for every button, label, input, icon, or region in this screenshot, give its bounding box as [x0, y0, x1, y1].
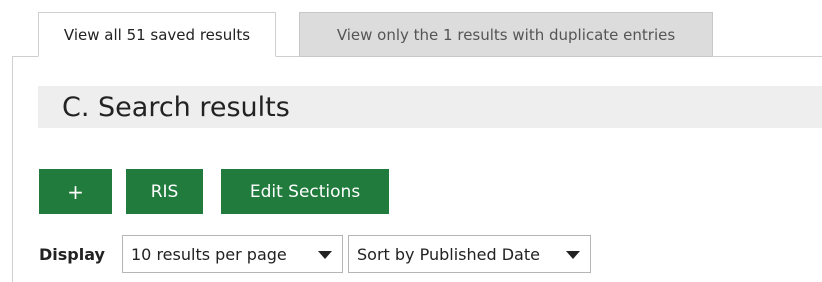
- section-title: C. Search results: [62, 91, 290, 123]
- results-tabs: View all 51 saved results View only the …: [0, 0, 822, 58]
- sort-order-value: Sort by Published Date: [357, 244, 540, 264]
- ris-export-button[interactable]: RIS: [126, 169, 203, 214]
- sort-order-select[interactable]: Sort by Published Date: [348, 235, 591, 273]
- results-per-page-value: 10 results per page: [131, 244, 287, 264]
- caret-down-icon: [318, 251, 332, 259]
- search-results-page: View all 51 saved results View only the …: [0, 0, 822, 282]
- caret-down-icon: [566, 251, 580, 259]
- tab-view-all-results[interactable]: View all 51 saved results: [38, 12, 276, 57]
- section-title-bar: C. Search results: [38, 86, 822, 128]
- edit-sections-button[interactable]: Edit Sections: [221, 169, 389, 214]
- tab-view-duplicate-results[interactable]: View only the 1 results with duplicate e…: [299, 12, 713, 57]
- add-button[interactable]: +: [39, 169, 112, 214]
- results-per-page-select[interactable]: 10 results per page: [122, 235, 343, 273]
- display-label: Display: [39, 245, 105, 264]
